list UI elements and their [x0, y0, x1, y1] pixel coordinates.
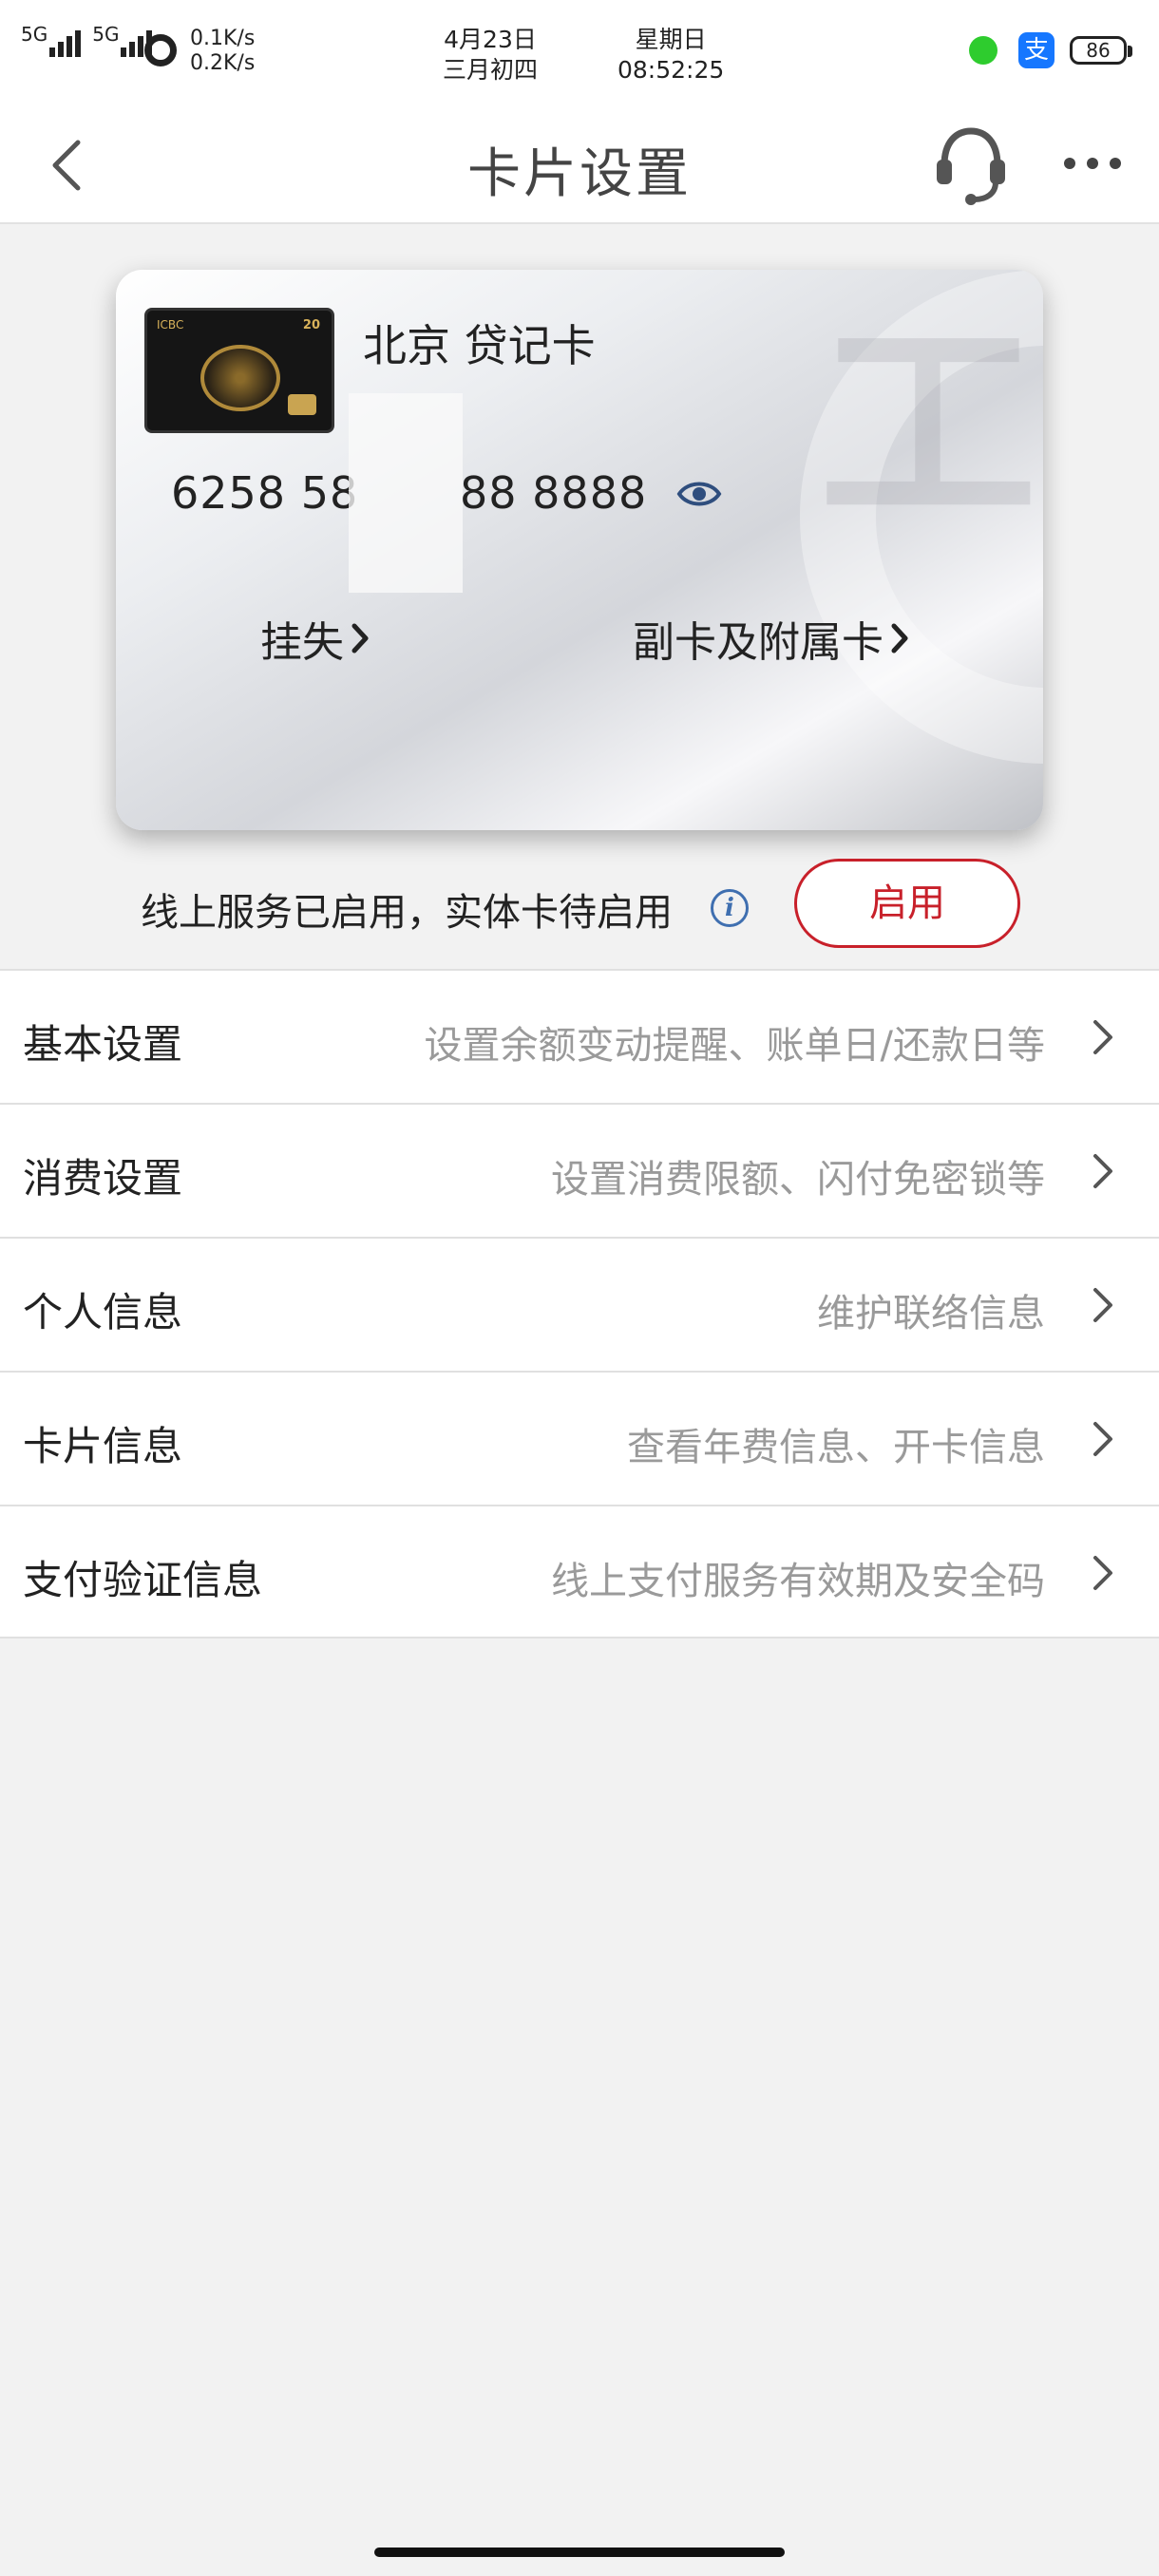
speed-down: 0.2K/s	[190, 51, 256, 75]
menu-item-payment-verification[interactable]: 支付验证信息 线上支付服务有效期及安全码	[0, 1505, 1159, 1638]
alipay-icon: 支	[1018, 32, 1054, 68]
report-loss-link[interactable]: 挂失	[260, 608, 370, 669]
menu-item-title: 支付验证信息	[23, 1557, 263, 1603]
time-text: 08:52:25	[618, 56, 725, 84]
status-bar: 5G 5G 0.1K/s 0.2K/s 4月23日 三月初四 星期日 08:52…	[0, 0, 1159, 104]
credit-card-panel: 工 ICBC 20 北京 贷记卡 6258 58 88 8888 挂失 副卡及附…	[116, 270, 1043, 830]
menu-item-title: 卡片信息	[23, 1423, 183, 1469]
activation-row: 线上服务已启用，实体卡待启用 i 启用	[0, 855, 1159, 971]
card-chip-icon	[288, 394, 316, 415]
battery-icon: 86	[1070, 36, 1132, 65]
menu-item-description: 查看年费信息、开卡信息	[627, 1426, 1045, 1469]
card-watermark-logo: 工	[819, 299, 1038, 553]
alarm-icon	[144, 34, 177, 66]
app-notification-icon	[969, 36, 998, 65]
card-thumbnail-badge: 20	[302, 318, 320, 332]
settings-menu: 基本设置 设置余额变动提醒、账单日/还款日等 消费设置 设置消费限额、闪付免密锁…	[0, 969, 1159, 1638]
supplementary-card-label: 副卡及附属卡	[633, 618, 884, 667]
card-number-blur	[349, 393, 463, 593]
chevron-right-icon	[891, 623, 908, 653]
menu-item-personal-info[interactable]: 个人信息 维护联络信息	[0, 1237, 1159, 1371]
info-icon[interactable]: i	[711, 889, 749, 927]
report-loss-label: 挂失	[260, 618, 344, 667]
status-date: 4月23日 三月初四	[443, 25, 538, 85]
card-number-suffix: 88 8888	[460, 467, 648, 519]
activate-button[interactable]: 启用	[794, 859, 1020, 948]
menu-item-title: 个人信息	[23, 1289, 183, 1335]
network-speed: 0.1K/s 0.2K/s	[190, 27, 255, 76]
card-thumbnail-logo: ICBC	[157, 318, 184, 331]
lunar-date-text: 三月初四	[443, 56, 539, 84]
card-thumbnail-image: ICBC 20	[144, 308, 334, 433]
speed-up: 0.1K/s	[190, 27, 256, 50]
chevron-right-icon	[1093, 1154, 1112, 1188]
chevron-right-icon	[1093, 1288, 1112, 1322]
menu-item-title: 消费设置	[23, 1155, 183, 1202]
menu-item-basic-settings[interactable]: 基本设置 设置余额变动提醒、账单日/还款日等	[0, 969, 1159, 1103]
card-name: 北京 贷记卡	[363, 320, 596, 371]
menu-item-description: 设置消费限额、闪付免密锁等	[551, 1158, 1045, 1202]
supplementary-card-link[interactable]: 副卡及附属卡	[633, 608, 910, 669]
network-type-2: 5G	[92, 23, 120, 46]
chevron-right-icon	[1093, 1556, 1112, 1590]
card-emblem-icon	[200, 345, 280, 411]
status-time: 星期日 08:52:25	[618, 25, 724, 85]
activation-status-text: 线上服务已启用，实体卡待启用	[141, 891, 673, 935]
network-type-1: 5G	[21, 23, 48, 46]
menu-item-spending-settings[interactable]: 消费设置 设置消费限额、闪付免密锁等	[0, 1103, 1159, 1237]
chevron-right-icon	[1093, 1020, 1112, 1054]
customer-service-icon[interactable]	[933, 123, 1009, 205]
home-indicator[interactable]	[374, 2548, 785, 2557]
card-number-prefix: 6258 58	[171, 467, 359, 519]
more-options-icon[interactable]	[1064, 146, 1130, 180]
show-number-eye-icon[interactable]	[676, 477, 722, 511]
cellular-signal-icon: 5G 5G	[21, 23, 153, 57]
chevron-right-icon	[1093, 1422, 1112, 1456]
chevron-right-icon	[352, 623, 369, 653]
date-text: 4月23日	[444, 26, 537, 53]
menu-item-card-info[interactable]: 卡片信息 查看年费信息、开卡信息	[0, 1371, 1159, 1505]
navigation-bar: 卡片设置	[0, 104, 1159, 224]
weekday-text: 星期日	[635, 26, 707, 53]
menu-item-description: 维护联络信息	[817, 1292, 1045, 1335]
menu-item-title: 基本设置	[23, 1021, 183, 1068]
menu-item-description: 线上支付服务有效期及安全码	[551, 1560, 1045, 1603]
menu-item-description: 设置余额变动提醒、账单日/还款日等	[424, 1024, 1045, 1068]
